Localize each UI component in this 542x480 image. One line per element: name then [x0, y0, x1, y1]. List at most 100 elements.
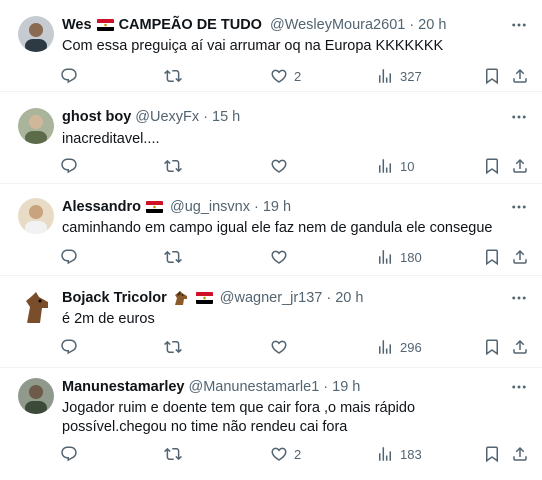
- author-handle[interactable]: @UexyFx: [135, 109, 199, 125]
- views-chart-icon: [376, 157, 394, 175]
- heart-icon: [270, 157, 288, 175]
- reply-button[interactable]: [60, 66, 84, 86]
- retweet-button[interactable]: [164, 444, 188, 464]
- more-options-icon[interactable]: [510, 289, 528, 307]
- retweet-button[interactable]: [164, 66, 188, 86]
- separator-dot: ·: [254, 199, 259, 215]
- share-icon: [511, 248, 529, 266]
- avatar[interactable]: [18, 108, 54, 144]
- retweet-button[interactable]: [164, 337, 188, 357]
- reply-button[interactable]: [60, 247, 84, 267]
- view-count: 183: [400, 446, 422, 462]
- views-button[interactable]: 180: [376, 247, 422, 267]
- action-bar: 2 183: [60, 444, 526, 464]
- reply-button[interactable]: [60, 337, 84, 357]
- views-chart-icon: [376, 248, 394, 266]
- like-button[interactable]: [270, 156, 294, 176]
- views-button[interactable]: 183: [376, 444, 422, 464]
- retweet-button[interactable]: [164, 247, 188, 267]
- view-count: 180: [400, 249, 422, 265]
- heart-icon: [270, 248, 288, 266]
- author-name[interactable]: Manunestamarley: [62, 379, 185, 395]
- views-chart-icon: [376, 445, 394, 463]
- tweet-header: ghost boy @UexyFx · 15 h: [62, 108, 502, 126]
- bookmark-icon: [483, 67, 501, 85]
- tweet-item[interactable]: Manunestamarley @Manunestamarle1 · 19 h …: [0, 368, 542, 480]
- tweet-item[interactable]: Alessandro @ug_insvnx · 19 h caminhando …: [0, 184, 542, 276]
- more-options-icon[interactable]: [510, 198, 528, 216]
- like-button[interactable]: [270, 337, 294, 357]
- reply-button[interactable]: [60, 444, 84, 464]
- like-button[interactable]: 2: [270, 66, 301, 86]
- author-name[interactable]: Alessandro: [62, 199, 141, 215]
- egypt-flag-icon: [146, 201, 163, 213]
- author-name[interactable]: ghost boy: [62, 109, 131, 125]
- bookmark-icon: [483, 157, 501, 175]
- author-handle[interactable]: @wagner_jr137: [220, 290, 323, 306]
- share-button[interactable]: [511, 247, 529, 267]
- timestamp[interactable]: 19 h: [332, 379, 360, 395]
- tweet-text: Com essa preguiça aí vai arrumar oq na E…: [62, 38, 444, 54]
- separator-dot: ·: [323, 379, 329, 395]
- tweet-item[interactable]: ghost boy @UexyFx · 15 h inacreditavel..…: [0, 92, 542, 184]
- heart-icon: [270, 445, 288, 463]
- more-options-icon[interactable]: [510, 108, 528, 126]
- tweet-header: Bojack Tricolor @wagner_jr137 · 20 h: [62, 289, 502, 307]
- views-chart-icon: [376, 338, 394, 356]
- avatar[interactable]: [18, 16, 54, 52]
- retweet-icon: [164, 445, 182, 463]
- share-button[interactable]: [511, 337, 529, 357]
- timestamp[interactable]: 20 h: [418, 17, 446, 33]
- author-handle[interactable]: @Manunestamarle1: [189, 379, 320, 395]
- share-button[interactable]: [511, 156, 529, 176]
- timestamp[interactable]: 15 h: [212, 109, 240, 125]
- tweet-item[interactable]: Bojack Tricolor @wagner_jr137 · 20 h é 2…: [0, 276, 542, 368]
- retweet-button[interactable]: [164, 156, 188, 176]
- avatar[interactable]: [18, 378, 54, 414]
- view-count: 10: [400, 158, 415, 174]
- reply-icon: [60, 157, 78, 175]
- tweet-item[interactable]: Wes CAMPEÃO DE TUDO @WesleyMoura2601 · 2…: [0, 0, 542, 92]
- reply-icon: [60, 248, 78, 266]
- more-options-icon[interactable]: [510, 378, 528, 396]
- author-handle[interactable]: @WesleyMoura2601: [270, 17, 405, 33]
- timestamp[interactable]: 20 h: [335, 290, 363, 306]
- bookmark-button[interactable]: [483, 156, 501, 176]
- view-count: 327: [400, 68, 422, 84]
- author-name-extra[interactable]: CAMPEÃO DE TUDO: [119, 17, 262, 33]
- views-button[interactable]: 10: [376, 156, 414, 176]
- like-count: 2: [294, 446, 302, 462]
- like-button[interactable]: 2: [270, 444, 301, 464]
- views-button[interactable]: 327: [376, 66, 422, 86]
- like-count: 2: [294, 68, 302, 84]
- separator-dot: ·: [203, 109, 208, 125]
- author-handle[interactable]: @ug_insvnx: [170, 199, 250, 215]
- bookmark-button[interactable]: [483, 337, 501, 357]
- egypt-flag-icon: [196, 292, 213, 304]
- like-button[interactable]: [270, 247, 294, 267]
- reply-button[interactable]: [60, 156, 84, 176]
- share-button[interactable]: [511, 66, 529, 86]
- avatar[interactable]: [18, 198, 54, 234]
- avatar[interactable]: [18, 289, 54, 325]
- share-icon: [511, 157, 529, 175]
- author-name[interactable]: Bojack Tricolor: [62, 290, 167, 306]
- tweet-text: é 2m de euros: [62, 311, 155, 327]
- tweet-header: Manunestamarley @Manunestamarle1 · 19 h: [62, 378, 502, 396]
- share-button[interactable]: [511, 444, 529, 464]
- views-button[interactable]: 296: [376, 337, 422, 357]
- action-bar: 2 327: [60, 66, 526, 86]
- bookmark-button[interactable]: [483, 247, 501, 267]
- tweet-text: Jogador ruim e doente tem que cair fora …: [62, 400, 416, 435]
- share-icon: [511, 67, 529, 85]
- bookmark-button[interactable]: [483, 444, 501, 464]
- bookmark-button[interactable]: [483, 66, 501, 86]
- share-icon: [511, 445, 529, 463]
- view-count: 296: [400, 339, 422, 355]
- author-name[interactable]: Wes: [62, 17, 92, 33]
- tweet-header: Wes CAMPEÃO DE TUDO @WesleyMoura2601 · 2…: [62, 16, 502, 34]
- action-bar: 296: [60, 337, 526, 357]
- more-options-icon[interactable]: [510, 16, 528, 34]
- tweet-text: inacreditavel....: [62, 131, 160, 147]
- timestamp[interactable]: 19 h: [263, 199, 291, 215]
